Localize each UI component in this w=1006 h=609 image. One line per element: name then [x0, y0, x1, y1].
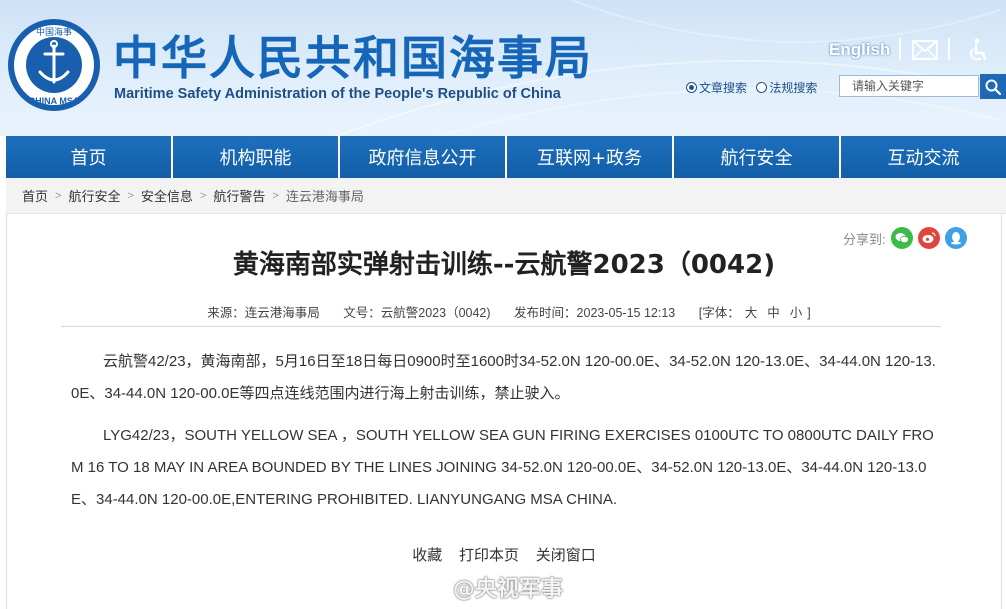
nav-item-internet-gov[interactable]: 互联网+政务	[507, 136, 674, 178]
font-size-close: ]	[807, 306, 811, 320]
font-size-control: [字体： 大中小]	[699, 306, 811, 320]
article-container: 分享到: 黄海南部实弹射击训练--云航警2023（0042) 来源：连云港海事局…	[6, 214, 1002, 609]
font-size-label: [字体：	[698, 306, 740, 320]
wechat-icon	[895, 233, 909, 244]
article-source: 来源：连云港海事局	[207, 306, 320, 320]
font-size-medium[interactable]: 中	[767, 306, 780, 320]
breadcrumb-safety-info[interactable]: 安全信息	[141, 186, 193, 205]
nav-item-home[interactable]: 首页	[6, 136, 173, 178]
breadcrumb-current[interactable]: 连云港海事局	[286, 186, 364, 205]
doc-no-value: 云航警2023（0042)	[380, 306, 491, 320]
date-value: 2023-05-15 12:13	[576, 306, 676, 320]
breadcrumb-navigation-safety[interactable]: 航行安全	[68, 186, 120, 205]
article-meta: 来源：连云港海事局 文号：云航警2023（0042) 发布时间：2023-05-…	[7, 302, 1001, 321]
close-window-button[interactable]: 关闭窗口	[536, 546, 596, 564]
weibo-watermark-icon	[419, 576, 447, 599]
article-actions: 收藏 打印本页 关闭窗口	[7, 544, 1001, 565]
main-nav: 首页 机构职能 政府信息公开 互联网+政务 航行安全 互动交流	[6, 136, 1006, 178]
article-date: 发布时间：2023-05-15 12:13	[514, 306, 675, 320]
article-doc-no: 文号：云航警2023（0042)	[343, 306, 490, 320]
radio-regulation-search[interactable]: 法规搜索	[756, 79, 817, 96]
radio-article-search[interactable]: 文章搜索	[686, 79, 747, 96]
date-label: 发布时间：	[514, 306, 577, 320]
search-icon	[985, 79, 1001, 95]
header-divider	[948, 38, 950, 60]
site-title-cn: 中华人民共和国海事局	[113, 31, 593, 85]
search-scope: 文章搜索 法规搜索	[686, 79, 823, 96]
meta-divider	[61, 326, 941, 327]
logo-text-bottom: CHINA MSA	[29, 96, 80, 106]
article-paragraph-cn: 云航警42/23，黄海南部，5月16日至18日每日0900时至1600时34-5…	[71, 353, 936, 402]
nav-item-navigation-safety[interactable]: 航行安全	[674, 136, 841, 178]
chevron-right-icon: >	[199, 189, 207, 202]
weibo-icon	[922, 232, 936, 243]
font-size-small[interactable]: 小	[790, 306, 803, 320]
font-size-large[interactable]: 大	[745, 306, 758, 320]
nav-item-interaction[interactable]: 互动交流	[841, 136, 1006, 178]
english-link[interactable]: English	[829, 40, 890, 60]
article-title: 黄海南部实弹射击训练--云航警2023（0042)	[232, 250, 776, 280]
watermark: @央视军事	[419, 571, 563, 603]
site-title-en: Maritime Safety Administration of the Pe…	[114, 86, 561, 102]
source-label: 来源：	[207, 306, 245, 320]
watermark-text: @央视军事	[453, 577, 564, 602]
accessibility-icon[interactable]	[966, 38, 990, 62]
nav-item-gov-info[interactable]: 政府信息公开	[340, 136, 507, 178]
chevron-right-icon: >	[55, 189, 62, 202]
source-value: 连云港海事局	[244, 306, 320, 320]
header-divider	[899, 38, 901, 60]
qq-icon	[950, 232, 961, 245]
search-button[interactable]	[980, 74, 1006, 99]
search-input[interactable]	[839, 75, 979, 97]
msa-logo[interactable]: 中国海事 CHINA MSA	[7, 18, 101, 112]
breadcrumb-home[interactable]: 首页	[22, 186, 48, 205]
article-paragraph-en: LYG42/23，SOUTH YELLOW SEA ，SOUTH YELLOW …	[71, 427, 934, 508]
chevron-right-icon: >	[127, 189, 134, 202]
favorite-button[interactable]: 收藏	[412, 546, 442, 564]
doc-no-label: 文号：	[343, 306, 381, 320]
logo-text-top: 中国海事	[36, 26, 72, 38]
chevron-right-icon: >	[272, 189, 279, 202]
site-header: 中国海事 CHINA MSA 中华人民共和国海事局 Maritime Safet…	[0, 0, 1006, 136]
nav-item-functions[interactable]: 机构职能	[173, 136, 340, 178]
breadcrumb-nav-warnings[interactable]: 航行警告	[213, 186, 265, 205]
print-button[interactable]: 打印本页	[459, 546, 519, 564]
mail-icon[interactable]	[912, 40, 938, 60]
breadcrumb: 首页 > 航行安全 > 安全信息 > 航行警告 > 连云港海事局	[6, 178, 1006, 214]
